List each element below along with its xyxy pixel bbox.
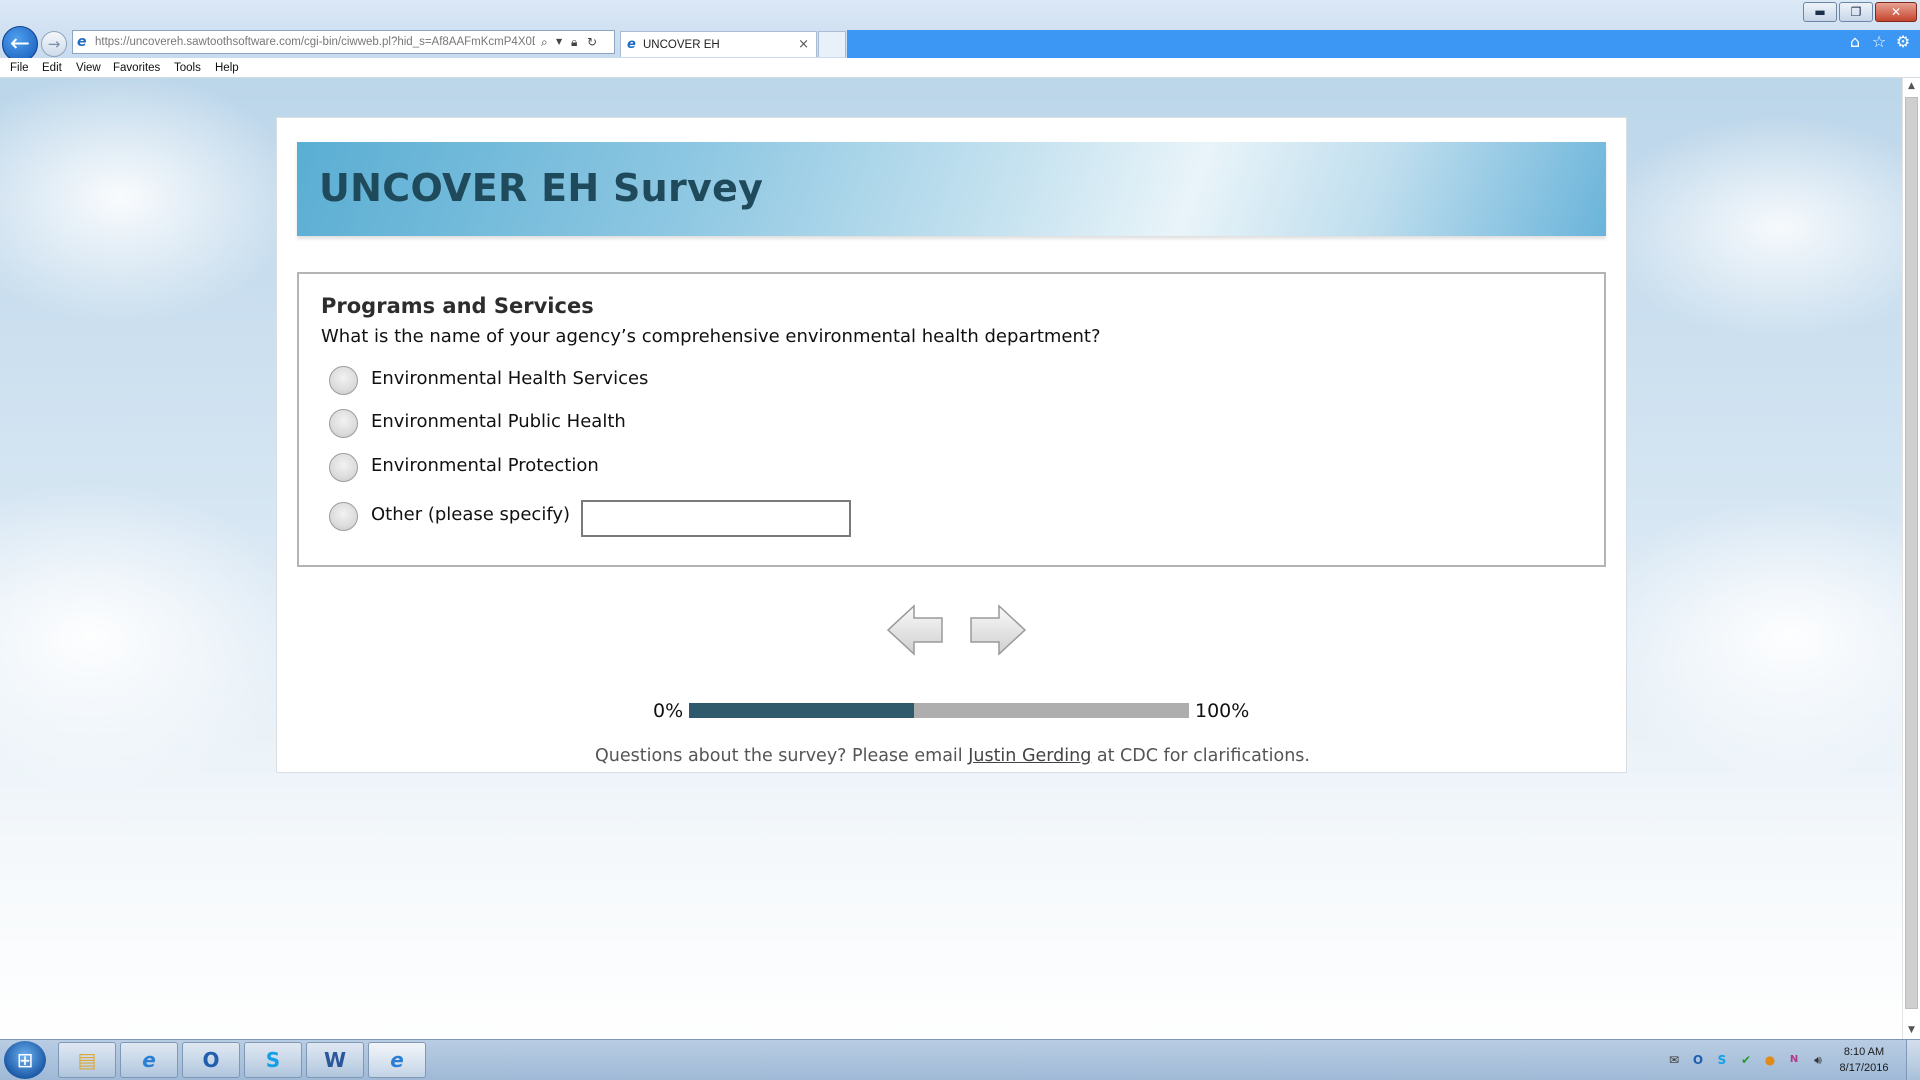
survey-header: UNCOVER EH Survey (297, 142, 1606, 236)
radio-button[interactable] (329, 366, 358, 395)
scroll-up-arrow-icon[interactable]: ▲ (1903, 78, 1920, 95)
menu-file[interactable]: File (10, 58, 29, 78)
previous-arrow-button[interactable] (886, 604, 944, 656)
internet-explorer-icon: e (390, 1048, 404, 1072)
menu-tools[interactable]: Tools (174, 58, 201, 78)
browser-chrome: ← → e https://uncovereh.sawtoothsoftware… (0, 0, 1920, 62)
new-tab-button[interactable] (818, 31, 846, 57)
left-arrow-icon (886, 604, 943, 656)
address-url[interactable]: https://uncovereh.sawtoothsoftware.com/c… (95, 31, 535, 53)
search-icon[interactable]: ⌕ (541, 31, 548, 53)
progress-start-label: 0% (653, 700, 684, 722)
tab-close-icon[interactable]: × (798, 32, 809, 58)
tab-strip (847, 30, 1920, 58)
ie-tab-icon: e (627, 37, 636, 52)
dropdown-icon[interactable]: ▼ (556, 31, 562, 53)
skype-tray-icon[interactable]: S (1714, 1052, 1730, 1068)
start-button[interactable]: ⊞ (4, 1041, 46, 1079)
contact-email-link[interactable]: Justin Gerding (968, 746, 1091, 766)
right-arrow-icon (970, 604, 1027, 656)
taskbar-file-explorer[interactable]: ▤ (58, 1042, 116, 1078)
menu-favorites[interactable]: Favorites (113, 58, 160, 78)
system-clock[interactable]: 8:10 AM 8/17/2016 (1834, 1044, 1894, 1076)
restore-button[interactable]: ❐ (1839, 2, 1873, 22)
radio-button[interactable] (329, 502, 358, 531)
mail-tray-icon[interactable]: ✉ (1666, 1052, 1682, 1068)
taskbar-outlook[interactable]: O (182, 1042, 240, 1078)
radio-button[interactable] (329, 453, 358, 482)
refresh-icon[interactable]: ↻ (587, 31, 597, 53)
taskbar-skype[interactable]: S (244, 1042, 302, 1078)
volume-tray-icon[interactable]: 🔊︎ (1810, 1052, 1826, 1068)
taskbar-internet-explorer-active[interactable]: e (368, 1042, 426, 1078)
gear-icon[interactable]: ⚙ (1893, 32, 1913, 52)
lock-icon[interactable]: 🔒︎ (571, 31, 577, 53)
scroll-thumb[interactable] (1905, 97, 1918, 1009)
close-window-button[interactable]: ✕ (1875, 2, 1917, 22)
outlook-icon: O (202, 1048, 220, 1072)
update-tray-icon[interactable]: ● (1762, 1052, 1778, 1068)
question-box: Programs and Services What is the name o… (297, 272, 1606, 567)
progress-bar (689, 703, 1189, 718)
menu-edit[interactable]: Edit (42, 58, 62, 78)
show-desktop-button[interactable] (1906, 1040, 1920, 1080)
browser-tab[interactable]: e UNCOVER EH × (620, 31, 817, 57)
survey-card: UNCOVER EH Survey Programs and Services … (276, 117, 1627, 773)
word-icon: W (323, 1048, 347, 1072)
radio-button[interactable] (329, 409, 358, 438)
minimize-button[interactable]: ▬ (1803, 2, 1837, 22)
footer-text: Questions about the survey? Please email… (277, 746, 1628, 766)
option-label[interactable]: Environmental Public Health (371, 411, 626, 432)
scroll-down-arrow-icon[interactable]: ▼ (1903, 1022, 1920, 1039)
taskbar-internet-explorer[interactable]: e (120, 1042, 178, 1078)
progress-end-label: 100% (1195, 700, 1250, 722)
taskbar: ⊞ ▤ e O S W e ✉ O S ✔ ● N 🔊︎ 8:10 AM 8/1… (0, 1039, 1920, 1080)
address-bar[interactable]: e https://uncovereh.sawtoothsoftware.com… (72, 30, 615, 54)
clock-date: 8/17/2016 (1839, 1062, 1889, 1074)
ie-page-icon: e (77, 34, 87, 50)
forward-button[interactable]: → (41, 31, 67, 57)
option-label[interactable]: Environmental Protection (371, 455, 599, 476)
footer-prefix: Questions about the survey? Please email (595, 746, 969, 766)
windows-logo-icon: ⊞ (16, 1048, 34, 1072)
question-text: What is the name of your agency’s compre… (321, 326, 1101, 347)
vertical-scrollbar[interactable]: ▲ ▼ (1902, 78, 1920, 1039)
footer-suffix: at CDC for clarifications. (1091, 746, 1310, 766)
check-tray-icon[interactable]: ✔ (1738, 1052, 1754, 1068)
home-icon[interactable]: ⌂ (1845, 32, 1865, 52)
outlook-tray-icon[interactable]: O (1690, 1052, 1706, 1068)
back-button[interactable]: ← (2, 26, 38, 62)
taskbar-word[interactable]: W (306, 1042, 364, 1078)
progress-fill (689, 703, 914, 718)
file-explorer-icon: ▤ (77, 1048, 97, 1072)
tab-title: UNCOVER EH (643, 39, 720, 51)
internet-explorer-icon: e (142, 1048, 156, 1072)
clock-time: 8:10 AM (1843, 1046, 1885, 1058)
star-icon[interactable]: ☆ (1869, 32, 1889, 52)
menu-help[interactable]: Help (215, 58, 239, 78)
next-arrow-button[interactable] (969, 604, 1027, 656)
other-specify-input[interactable] (581, 500, 851, 537)
option-label[interactable]: Other (please specify) (371, 504, 570, 525)
forward-arrow-icon: → (47, 35, 61, 53)
menu-view[interactable]: View (76, 58, 101, 78)
survey-title: UNCOVER EH Survey (319, 166, 764, 210)
back-arrow-icon: ← (9, 29, 31, 57)
option-label[interactable]: Environmental Health Services (371, 368, 648, 389)
nx-tray-icon[interactable]: N (1786, 1052, 1802, 1068)
section-heading: Programs and Services (321, 294, 594, 318)
skype-icon: S (265, 1048, 281, 1072)
page-viewport: UNCOVER EH Survey Programs and Services … (0, 78, 1902, 1039)
menu-bar: File Edit View Favorites Tools Help (0, 58, 1920, 78)
